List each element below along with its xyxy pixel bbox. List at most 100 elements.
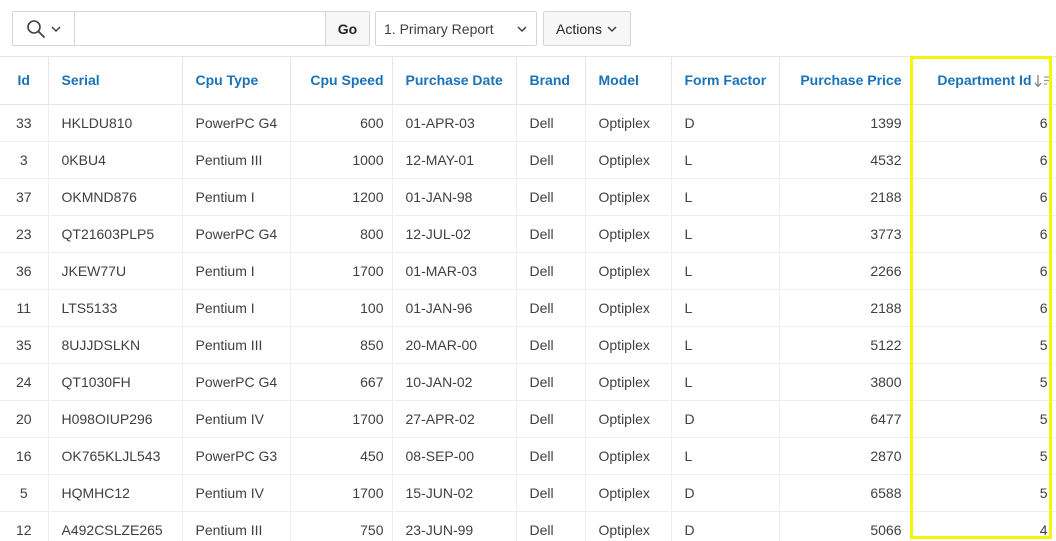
cell-id: 37 bbox=[0, 178, 49, 216]
cell-brand: Dell bbox=[516, 363, 586, 401]
cell-model: Optiplex bbox=[585, 400, 672, 438]
cell-serial: OK765KLJL543 bbox=[48, 437, 183, 475]
cell-cpu-type: Pentium III bbox=[182, 326, 291, 364]
table-row: 36 JKEW77U Pentium I 1700 01-MAR-03 Dell Optip… bbox=[0, 252, 1056, 290]
column-header-id[interactable]: Id bbox=[0, 57, 49, 105]
actions-menu-button[interactable]: Actions bbox=[543, 11, 631, 46]
table-row: 5 HQMHC12 Pentium IV 1700 15-JUN-02 Dell Optip… bbox=[0, 474, 1056, 512]
cell-cpu-type: Pentium I bbox=[182, 178, 291, 216]
cell-brand: Dell bbox=[516, 437, 586, 475]
cell-cpu-speed: 1200 bbox=[290, 178, 393, 216]
cell-form-factor: L bbox=[671, 326, 780, 364]
cell-form-factor: D bbox=[671, 511, 780, 541]
cell-form-factor: D bbox=[671, 400, 780, 438]
cell-cpu-speed: 750 bbox=[290, 511, 393, 541]
cell-department-id: 5 bbox=[910, 400, 1056, 438]
cell-form-factor: L bbox=[671, 289, 780, 327]
column-header-cpu-type[interactable]: Cpu Type bbox=[182, 57, 291, 105]
column-header-brand[interactable]: Brand bbox=[516, 57, 586, 105]
report-select[interactable]: 1. Primary Report bbox=[375, 11, 537, 46]
table-row: 33 HKLDU810 PowerPC G4 600 01-APR-03 Dell Opti… bbox=[0, 104, 1056, 142]
table-row: 37 OKMND876 Pentium I 1200 01-JAN-98 Dell Opti… bbox=[0, 178, 1056, 216]
cell-cpu-type: PowerPC G4 bbox=[182, 363, 291, 401]
cell-serial: 0KBU4 bbox=[48, 141, 183, 179]
cell-serial: H098OIUP296 bbox=[48, 400, 183, 438]
report-table: Id Serial Cpu Type Cpu Speed Purchase Da… bbox=[0, 57, 1056, 541]
cell-model: Optiplex bbox=[585, 141, 672, 179]
report-toolbar: Go 1. Primary Report Actions bbox=[0, 0, 1056, 56]
cell-brand: Dell bbox=[516, 252, 586, 290]
table-row: 16 OK765KLJL543 PowerPC G3 450 08-SEP-00 Dell… bbox=[0, 437, 1056, 475]
table-row: 20 H098OIUP296 Pentium IV 1700 27-APR-02 Dell… bbox=[0, 400, 1056, 438]
cell-department-id: 6 bbox=[910, 252, 1056, 290]
cell-purchase-price: 3800 bbox=[779, 363, 911, 401]
table-row: 23 QT21603PLP5 PowerPC G4 800 12-JUL-02 Dell O… bbox=[0, 215, 1056, 253]
table-row: 3 0KBU4 Pentium III 1000 12-MAY-01 Dell Optipl… bbox=[0, 141, 1056, 179]
cell-model: Optiplex bbox=[585, 326, 672, 364]
cell-model: Optiplex bbox=[585, 437, 672, 475]
cell-cpu-speed: 800 bbox=[290, 215, 393, 253]
cell-purchase-price: 3773 bbox=[779, 215, 911, 253]
cell-id: 23 bbox=[0, 215, 49, 253]
column-header-form-factor[interactable]: Form Factor bbox=[671, 57, 780, 105]
column-header-purchase-price[interactable]: Purchase Price bbox=[779, 57, 911, 105]
cell-cpu-speed: 1700 bbox=[290, 252, 393, 290]
cell-brand: Dell bbox=[516, 326, 586, 364]
column-header-model[interactable]: Model bbox=[585, 57, 672, 105]
cell-purchase-date: 27-APR-02 bbox=[392, 400, 517, 438]
table-row: 12 A492CSLZE265 Pentium III 750 23-JUN-99 Del… bbox=[0, 511, 1056, 541]
cell-serial: 8UJJDSLKN bbox=[48, 326, 183, 364]
cell-purchase-date: 23-JUN-99 bbox=[392, 511, 517, 541]
column-header-department-id[interactable]: Department Id bbox=[910, 57, 1056, 105]
cell-brand: Dell bbox=[516, 215, 586, 253]
cell-serial: QT1030FH bbox=[48, 363, 183, 401]
column-header-cpu-speed[interactable]: Cpu Speed bbox=[290, 57, 393, 105]
cell-purchase-price: 1399 bbox=[779, 104, 911, 142]
cell-department-id: 5 bbox=[910, 326, 1056, 364]
cell-brand: Dell bbox=[516, 289, 586, 327]
cell-serial: OKMND876 bbox=[48, 178, 183, 216]
cell-department-id: 6 bbox=[910, 215, 1056, 253]
cell-serial: HKLDU810 bbox=[48, 104, 183, 142]
cell-cpu-type: Pentium I bbox=[182, 252, 291, 290]
cell-serial: JKEW77U bbox=[48, 252, 183, 290]
cell-purchase-price: 5122 bbox=[779, 326, 911, 364]
cell-brand: Dell bbox=[516, 474, 586, 512]
search-column-selector[interactable] bbox=[13, 12, 75, 45]
cell-cpu-speed: 850 bbox=[290, 326, 393, 364]
column-header-serial[interactable]: Serial bbox=[48, 57, 183, 105]
cell-cpu-speed: 600 bbox=[290, 104, 393, 142]
cell-department-id: 5 bbox=[910, 363, 1056, 401]
cell-cpu-type: Pentium IV bbox=[182, 400, 291, 438]
column-header-purchase-date[interactable]: Purchase Date bbox=[392, 57, 517, 105]
cell-purchase-date: 20-MAR-00 bbox=[392, 326, 517, 364]
cell-form-factor: L bbox=[671, 363, 780, 401]
cell-purchase-date: 10-JAN-02 bbox=[392, 363, 517, 401]
cell-department-id: 6 bbox=[910, 104, 1056, 142]
table-body: 33 HKLDU810 PowerPC G4 600 01-APR-03 Dell Opti… bbox=[0, 104, 1056, 541]
cell-purchase-date: 15-JUN-02 bbox=[392, 474, 517, 512]
search-input[interactable] bbox=[75, 12, 325, 45]
cell-department-id: 5 bbox=[910, 437, 1056, 475]
cell-form-factor: D bbox=[671, 104, 780, 142]
cell-model: Optiplex bbox=[585, 252, 672, 290]
cell-cpu-type: Pentium I bbox=[182, 289, 291, 327]
cell-purchase-date: 01-JAN-96 bbox=[392, 289, 517, 327]
go-button[interactable]: Go bbox=[325, 12, 369, 45]
cell-department-id: 6 bbox=[910, 289, 1056, 327]
cell-brand: Dell bbox=[516, 141, 586, 179]
cell-cpu-speed: 450 bbox=[290, 437, 393, 475]
search-icon bbox=[26, 19, 45, 38]
cell-model: Optiplex bbox=[585, 363, 672, 401]
cell-purchase-price: 2870 bbox=[779, 437, 911, 475]
cell-id: 20 bbox=[0, 400, 49, 438]
cell-id: 35 bbox=[0, 326, 49, 364]
cell-serial: A492CSLZE265 bbox=[48, 511, 183, 541]
cell-id: 3 bbox=[0, 141, 49, 179]
cell-purchase-price: 4532 bbox=[779, 141, 911, 179]
chevron-down-icon bbox=[607, 25, 617, 32]
table-row: 35 8UJJDSLKN Pentium III 850 20-MAR-00 Dell Op… bbox=[0, 326, 1056, 364]
cell-id: 36 bbox=[0, 252, 49, 290]
column-header-department-id-label: Department Id bbox=[937, 72, 1032, 89]
cell-id: 5 bbox=[0, 474, 49, 512]
